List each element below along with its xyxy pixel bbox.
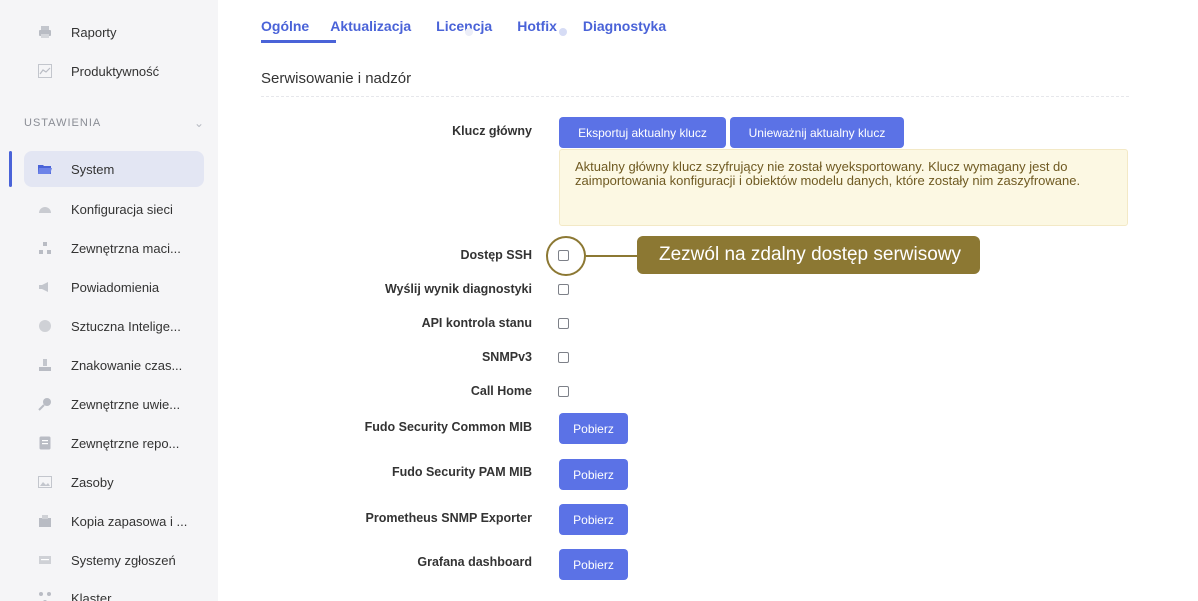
sidebar-item-label: Klaster [71,590,112,601]
section-title: Serwisowanie i nadzór [261,70,412,87]
sidebar-item-system[interactable]: System [24,151,204,187]
sidebar-item-label: Kopia zapasowa i ... [71,513,188,529]
stamp-icon [38,358,52,372]
send-diagnostics-label: Wyślij wynik diagnostyki [384,282,532,296]
sidebar-item-label: Produktywność [71,63,160,79]
call-home-label: Call Home [470,384,532,398]
folder-icon [38,162,52,176]
sidebar-item-label: Sztuczna Intelige... [71,318,181,334]
sidebar-item-label: Zasoby [71,474,114,490]
grafana-dashboard-label: Grafana dashboard [417,555,532,569]
health-api-checkbox[interactable] [558,318,569,329]
sidebar-item-zewnetrzne-uwierzytelnianie[interactable]: Zewnętrzne uwie... [24,386,204,422]
megaphone-icon [38,280,52,294]
tab-aktualizacja[interactable]: Aktualizacja [330,18,411,42]
hierarchy-icon [38,241,52,255]
sidebar-item-label: Konfiguracja sieci [71,201,173,217]
ticket-icon [38,553,52,567]
download-pam-mib-button[interactable]: Pobierz [559,459,628,490]
sidebar-item-label: Znakowanie czas... [71,357,183,373]
sidebar-item-label: Powiadomienia [71,279,160,295]
sidebar-item-sztuczna-inteligencja[interactable]: Sztuczna Intelige... [24,308,204,344]
download-common-mib-button[interactable]: Pobierz [559,413,628,444]
callout-circle [546,236,586,276]
sidebar-item-label: System [71,161,115,177]
snmpv3-checkbox[interactable] [558,352,569,363]
settings-section-header[interactable]: USTAWIENIA ⌄ [24,113,204,133]
master-key-label: Klucz główny [452,124,532,138]
snmpv3-label: SNMPv3 [481,350,532,364]
key-icon [38,397,52,411]
sidebar-item-zewnetrzna-macierz[interactable]: Zewnętrzna maci... [24,230,204,266]
sidebar-item-label: Zewnętrzne repo... [71,435,180,451]
download-grafana-dashboard-button[interactable]: Pobierz [559,549,628,580]
sidebar-item-zewnetrzne-repozytorium[interactable]: Zewnętrzne repo... [24,425,204,461]
sidebar: Raporty Produktywność USTAWIENIA ⌄ Syste… [0,0,218,601]
export-key-button[interactable]: Eksportuj aktualny klucz [559,117,726,148]
section-label: USTAWIENIA [24,117,102,129]
pam-mib-label: Fudo Security PAM MIB [391,465,532,479]
download-prometheus-exporter-button[interactable]: Pobierz [559,504,628,535]
tab-separator [465,28,473,36]
prometheus-exporter-label: Prometheus SNMP Exporter [365,511,532,525]
sidebar-item-label: Raporty [71,24,117,40]
backup-icon [38,514,52,528]
cluster-icon [38,591,52,601]
chart-icon [38,64,52,78]
call-home-checkbox[interactable] [558,386,569,397]
sidebar-item-produktywnosc[interactable]: Produktywność [24,53,204,89]
invalidate-key-button[interactable]: Unieważnij aktualny klucz [730,117,904,148]
sidebar-item-systemy-zgloszen[interactable]: Systemy zgłoszeń [24,542,204,578]
chevron-down-icon: ⌄ [193,116,204,130]
callout-label: Zezwól na zdalny dostęp serwisowy [637,236,980,274]
sidebar-item-label: Zewnętrzna maci... [71,240,181,256]
brain-icon [38,319,52,333]
database-icon [38,436,52,450]
sidebar-item-konfiguracja-sieci[interactable]: Konfiguracja sieci [24,191,204,227]
network-icon [38,202,52,216]
active-indicator [9,151,12,187]
sidebar-item-znakowanie-czasem[interactable]: Znakowanie czas... [24,347,204,383]
common-mib-label: Fudo Security Common MIB [364,420,532,434]
tab-ogolne[interactable]: Ogólne [261,18,309,42]
tab-bar: Ogólne Aktualizacja Licencja Hotfix Diag… [261,18,687,42]
image-icon [38,475,52,489]
sidebar-item-kopia-zapasowa[interactable]: Kopia zapasowa i ... [24,503,204,539]
tab-separator [559,28,567,36]
sidebar-item-klaster[interactable]: Klaster [24,580,204,601]
ssh-access-label: Dostęp SSH [460,248,532,262]
health-api-label: API kontrola stanu [421,316,532,330]
sidebar-item-powiadomienia[interactable]: Powiadomienia [24,269,204,305]
tab-diagnostyka[interactable]: Diagnostyka [583,18,666,42]
callout-connector [586,255,638,257]
tab-hotfix[interactable]: Hotfix [517,18,557,42]
send-diagnostics-checkbox[interactable] [558,284,569,295]
sidebar-item-zasoby[interactable]: Zasoby [24,464,204,500]
sidebar-item-label: Zewnętrzne uwie... [71,396,181,412]
section-divider [261,96,1129,97]
sidebar-item-label: Systemy zgłoszeń [71,552,176,568]
master-key-warning: Aktualny główny klucz szyfrujący nie zos… [559,149,1128,226]
printer-icon [38,25,52,39]
active-tab-underline [261,40,336,43]
sidebar-item-raporty[interactable]: Raporty [24,14,204,50]
